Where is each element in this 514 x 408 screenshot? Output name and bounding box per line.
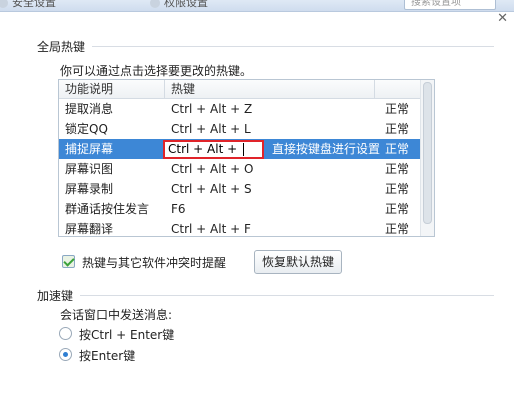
lock-icon bbox=[150, 0, 160, 8]
settings-search-input[interactable]: 搜索设置项 bbox=[404, 0, 496, 10]
group-divider bbox=[80, 295, 494, 296]
hotkey-table: 功能说明 热键 提取消息 Ctrl + Alt + Z 正常 锁定QQ Ctrl… bbox=[58, 79, 435, 237]
send-message-label: 会话窗口中发送消息: bbox=[60, 308, 173, 322]
table-row[interactable]: 屏幕翻译 Ctrl + Alt + F 正常 bbox=[59, 219, 421, 236]
table-row-selected[interactable]: 捕捉屏幕 Ctrl + Alt + 直接按键盘进行设置 正常 bbox=[59, 139, 421, 159]
shield-icon bbox=[0, 0, 8, 8]
table-row[interactable]: 屏幕识图 Ctrl + Alt + O 正常 bbox=[59, 159, 421, 179]
table-row[interactable]: 屏幕录制 Ctrl + Alt + S 正常 bbox=[59, 179, 421, 199]
accelerator-group-title: 加速键 bbox=[37, 289, 74, 303]
radio-enter-label[interactable]: 按Enter键 bbox=[79, 347, 135, 364]
hotkeys-group-title: 全局热键 bbox=[37, 40, 86, 54]
close-icon[interactable]: ✕ bbox=[497, 12, 508, 26]
radio-ctrl-enter[interactable] bbox=[59, 327, 72, 340]
restore-default-hotkeys-button[interactable]: 恢复默认热键 bbox=[254, 250, 342, 274]
text-caret bbox=[242, 143, 244, 156]
radio-ctrl-enter-label[interactable]: 按Ctrl + Enter键 bbox=[79, 326, 174, 343]
column-header-function[interactable]: 功能说明 bbox=[59, 80, 165, 98]
radio-enter[interactable] bbox=[59, 348, 72, 361]
hotkey-edit-input[interactable]: Ctrl + Alt + bbox=[163, 140, 264, 159]
conflict-alert-label[interactable]: 热键与其它软件冲突时提醒 bbox=[82, 254, 226, 271]
table-row[interactable]: 群通话按住发言 F6 正常 bbox=[59, 199, 421, 219]
column-header-hotkey[interactable]: 热键 bbox=[165, 80, 375, 98]
table-scrollbar[interactable] bbox=[420, 80, 434, 236]
table-row[interactable]: 提取消息 Ctrl + Alt + Z 正常 bbox=[59, 99, 421, 119]
tab-permissions[interactable]: 权限设置 bbox=[150, 0, 208, 11]
table-header: 功能说明 热键 bbox=[59, 80, 421, 99]
tab-security[interactable]: 安全设置 bbox=[0, 0, 56, 11]
scrollbar-thumb[interactable] bbox=[423, 82, 432, 224]
conflict-alert-checkbox[interactable] bbox=[62, 255, 75, 268]
hotkeys-hint: 你可以通过点击选择要更改的热键。 bbox=[60, 64, 253, 78]
group-divider bbox=[92, 46, 494, 47]
settings-tab-bar: 安全设置 权限设置 搜索设置项 bbox=[0, 0, 514, 12]
table-row[interactable]: 锁定QQ Ctrl + Alt + L 正常 bbox=[59, 119, 421, 139]
hotkey-edit-tip: 直接按键盘进行设置 bbox=[272, 142, 381, 156]
